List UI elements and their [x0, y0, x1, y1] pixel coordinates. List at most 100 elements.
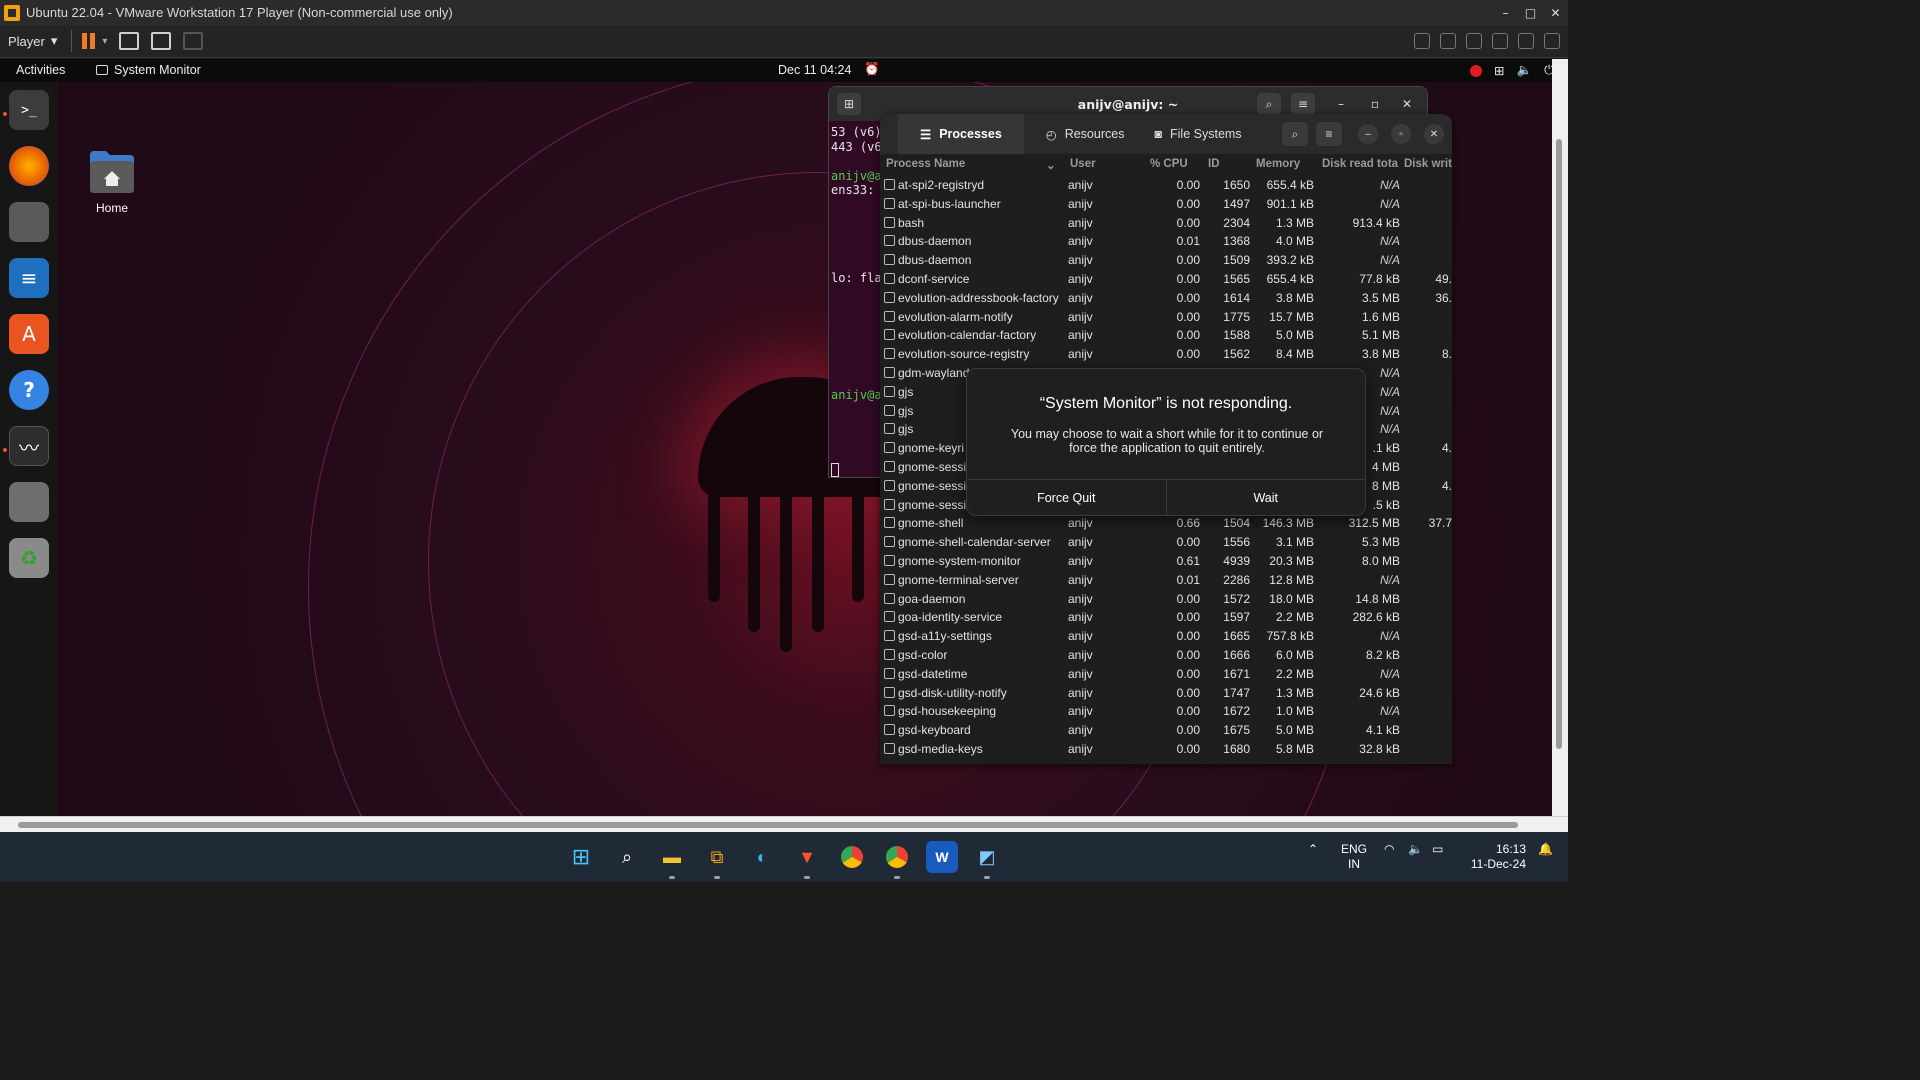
- table-row[interactable]: dconf-service anijv 0.00 1565 655.4 kB 77.8 k…: [880, 270, 1452, 289]
- topbar-clock[interactable]: Dec 11 04:24: [778, 63, 851, 77]
- chrome-profile-icon[interactable]: [881, 841, 913, 873]
- table-row[interactable]: evolution-source-registry anijv 0.00 1562 8.…: [880, 345, 1452, 364]
- table-row[interactable]: at-spi2-registryd anijv 0.00 1650 655.4 kB N/…: [880, 176, 1452, 195]
- close-icon[interactable]: ✕: [1424, 124, 1444, 144]
- col-disk-read[interactable]: Disk read tota: [1322, 158, 1400, 170]
- brave-icon[interactable]: ▼: [791, 841, 823, 873]
- send-ctrl-alt-del-icon[interactable]: [119, 32, 140, 50]
- printer-device-icon[interactable]: [1440, 33, 1456, 49]
- col-user[interactable]: User: [1070, 158, 1096, 170]
- wait-button[interactable]: Wait: [1167, 480, 1366, 515]
- system-tray[interactable]: ⊞ 🔈 ⏻: [1470, 63, 1554, 78]
- table-row[interactable]: gsd-color anijv 0.00 1666 6.0 MB 8.2 kB: [880, 646, 1452, 665]
- search-icon[interactable]: ⌕: [1282, 122, 1308, 146]
- system-monitor-icon[interactable]: 〰: [9, 426, 49, 466]
- edge-icon[interactable]: ◐: [746, 841, 778, 873]
- table-row[interactable]: gsd-datetime anijv 0.00 1671 2.2 MB N/A: [880, 665, 1452, 684]
- file-explorer-icon[interactable]: ▬: [656, 841, 688, 873]
- settings-device-icon[interactable]: [1544, 33, 1560, 49]
- process-name: gnome-shell-calendar-server: [898, 535, 1051, 550]
- horizontal-scrollbar[interactable]: [0, 816, 1568, 832]
- table-row[interactable]: gsd-keyboard anijv 0.00 1675 5.0 MB 4.1 kB: [880, 721, 1452, 740]
- table-row[interactable]: evolution-alarm-notify anijv 0.00 1775 15.7 …: [880, 308, 1452, 327]
- fullscreen-icon[interactable]: [151, 32, 172, 50]
- photos-icon[interactable]: ◩: [971, 841, 1003, 873]
- libreoffice-writer-icon[interactable]: ≡: [9, 258, 49, 298]
- tab-file-systems[interactable]: ◙ File Systems: [1146, 114, 1263, 154]
- minimize-icon[interactable]: –: [1329, 93, 1353, 115]
- battery-icon[interactable]: ▭: [1432, 842, 1443, 856]
- table-row[interactable]: bash anijv 0.00 2304 1.3 MB 913.4 kB: [880, 214, 1452, 233]
- table-row[interactable]: at-spi-bus-launcher anijv 0.00 1497 901.1 kB…: [880, 195, 1452, 214]
- language-indicator[interactable]: ENG IN: [1340, 842, 1368, 872]
- process-id: 1597: [1223, 610, 1250, 625]
- speaker-icon[interactable]: 🔈: [1408, 842, 1423, 856]
- maximize-icon[interactable]: ▫: [1363, 93, 1387, 115]
- minimize-icon[interactable]: –: [1358, 124, 1378, 144]
- table-row[interactable]: dbus-daemon anijv 0.01 1368 4.0 MB N/A: [880, 232, 1452, 251]
- col-cpu[interactable]: % CPU: [1150, 158, 1188, 170]
- trash-icon[interactable]: ♻: [9, 538, 49, 578]
- vertical-scrollbar[interactable]: [1552, 59, 1568, 816]
- col-memory[interactable]: Memory: [1256, 158, 1300, 170]
- table-row[interactable]: gnome-system-monitor anijv 0.61 4939 20.3 MB…: [880, 552, 1452, 571]
- vmware-taskbar-icon[interactable]: ⧉: [701, 841, 733, 873]
- new-tab-icon[interactable]: ⊞: [837, 93, 861, 115]
- tray-overflow-icon[interactable]: ⌃: [1308, 842, 1318, 856]
- windows-start-icon[interactable]: ⊞: [565, 841, 597, 873]
- vertical-scroll-thumb[interactable]: [1556, 139, 1562, 749]
- maximize-button[interactable]: □: [1518, 0, 1543, 25]
- table-row[interactable]: gnome-shell-calendar-server anijv 0.00 1556…: [880, 533, 1452, 552]
- menu-icon[interactable]: ≡: [1291, 93, 1315, 115]
- table-row[interactable]: evolution-calendar-factory anijv 0.00 1588 5…: [880, 326, 1452, 345]
- minimize-button[interactable]: –: [1493, 0, 1518, 25]
- table-row[interactable]: gnome-terminal-server anijv 0.01 2286 12.8 M…: [880, 571, 1452, 590]
- close-icon[interactable]: ✕: [1395, 93, 1419, 115]
- usb-device-icon[interactable]: [1492, 33, 1508, 49]
- cd-device-icon[interactable]: [1466, 33, 1482, 49]
- table-row[interactable]: gsd-a11y-settings anijv 0.00 1665 757.8 kB N/…: [880, 627, 1452, 646]
- app-center-icon[interactable]: A: [9, 314, 49, 354]
- home-folder-icon[interactable]: [88, 149, 136, 195]
- menu-icon[interactable]: ≡: [1316, 122, 1342, 146]
- terminal-icon[interactable]: >_: [9, 90, 49, 130]
- activities-button[interactable]: Activities: [16, 63, 65, 77]
- pause-dropdown-icon[interactable]: ▾: [102, 36, 107, 47]
- firefox-icon[interactable]: [9, 146, 49, 186]
- taskbar-clock[interactable]: 16:13 11-Dec-24: [1462, 842, 1526, 872]
- show-apps-icon[interactable]: [9, 482, 49, 522]
- col-process-name[interactable]: Process Name: [886, 158, 965, 170]
- player-menu[interactable]: Player ▾: [0, 33, 65, 49]
- close-button[interactable]: ✕: [1543, 0, 1568, 25]
- table-row[interactable]: gsd-disk-utility-notify anijv 0.00 1747 1.3 …: [880, 684, 1452, 703]
- chrome-icon[interactable]: [836, 841, 868, 873]
- notification-bell-icon[interactable]: 🔔: [1538, 842, 1553, 856]
- search-icon[interactable]: ⌕: [611, 841, 643, 873]
- force-quit-button[interactable]: Force Quit: [967, 480, 1167, 515]
- maximize-icon[interactable]: ▫: [1391, 124, 1411, 144]
- table-row[interactable]: goa-identity-service anijv 0.00 1597 2.2 MB 2…: [880, 608, 1452, 627]
- network-device-icon[interactable]: [1414, 33, 1430, 49]
- alert-icon[interactable]: [1470, 64, 1483, 77]
- pause-button[interactable]: [82, 33, 96, 49]
- sound-device-icon[interactable]: [1518, 33, 1534, 49]
- table-row[interactable]: goa-daemon anijv 0.00 1572 18.0 MB 14.8 MB: [880, 590, 1452, 609]
- unity-icon[interactable]: [183, 32, 204, 50]
- app-menu[interactable]: System Monitor: [96, 63, 201, 77]
- horizontal-scroll-thumb[interactable]: [18, 822, 1518, 828]
- search-icon[interactable]: ⌕: [1257, 93, 1281, 115]
- col-id[interactable]: ID: [1208, 158, 1220, 170]
- table-row[interactable]: gsd-housekeeping anijv 0.00 1672 1.0 MB N/A: [880, 702, 1452, 721]
- table-row[interactable]: evolution-addressbook-factory anijv 0.00 16…: [880, 289, 1452, 308]
- word-icon[interactable]: W: [926, 841, 958, 873]
- tab-resources[interactable]: ◴ Resources: [1024, 114, 1147, 154]
- col-disk-write[interactable]: Disk writ: [1404, 158, 1452, 170]
- tab-processes[interactable]: ☰ Processes: [898, 114, 1024, 154]
- wifi-icon[interactable]: ◠: [1384, 842, 1394, 856]
- table-row[interactable]: dbus-daemon anijv 0.00 1509 393.2 kB N/A: [880, 251, 1452, 270]
- table-row[interactable]: gnome-shell anijv 0.66 1504 146.3 MB 312.5 MB…: [880, 514, 1452, 533]
- files-icon[interactable]: [9, 202, 49, 242]
- table-row[interactable]: gsd-media-keys anijv 0.00 1680 5.8 MB 32.8 kB: [880, 740, 1452, 759]
- process-name: gnome-system-monitor: [898, 553, 1021, 568]
- help-icon[interactable]: ?: [9, 370, 49, 410]
